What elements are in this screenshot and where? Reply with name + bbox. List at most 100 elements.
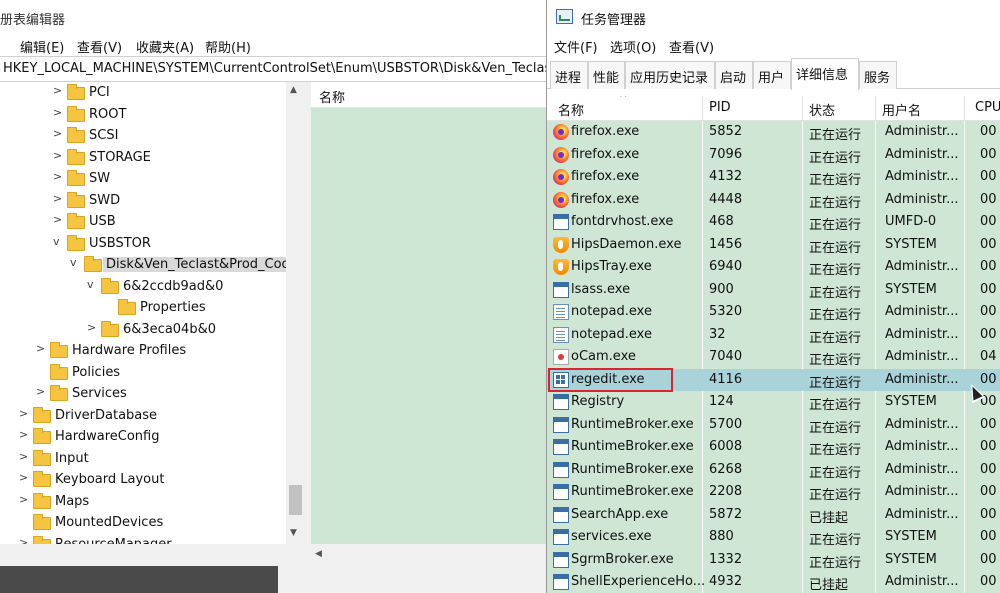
- column-header-username[interactable]: 用户名: [882, 100, 921, 119]
- tree-expand-icon[interactable]: >: [53, 192, 65, 205]
- tree-expand-icon[interactable]: >: [36, 342, 48, 355]
- process-row[interactable]: SearchApp.exe 5872 已挂起 Administr... 00: [547, 504, 1000, 527]
- tree-expand-icon[interactable]: >: [53, 84, 65, 97]
- column-header-status[interactable]: 状态: [809, 100, 835, 119]
- tree-node-label[interactable]: MountedDevices: [55, 515, 163, 530]
- address-bar[interactable]: HKEY_LOCAL_MACHINE\SYSTEM\CurrentControl…: [0, 56, 556, 82]
- values-horizontal-scrollbar[interactable]: ◀: [311, 544, 546, 566]
- scroll-up-arrow-icon[interactable]: ▲: [290, 85, 297, 95]
- scroll-thumb[interactable]: [289, 485, 302, 515]
- tab-users[interactable]: 用户: [753, 61, 791, 89]
- column-header-cpu[interactable]: CPU: [975, 100, 1000, 115]
- tree-node[interactable]: Properties: [0, 298, 290, 319]
- tab-performance[interactable]: 性能: [588, 61, 625, 89]
- tree-node[interactable]: > SWD: [0, 191, 290, 212]
- tree-horizontal-scrollbar[interactable]: [0, 544, 305, 566]
- process-row[interactable]: RuntimeBroker.exe 5700 正在运行 Administr... 00: [547, 414, 1000, 437]
- process-row[interactable]: services.exe 880 正在运行 SYSTEM 00: [547, 526, 1000, 549]
- tree-node[interactable]: > SW: [0, 169, 290, 190]
- tree-node[interactable]: > ROOT: [0, 105, 290, 126]
- tree-expand-icon[interactable]: >: [53, 127, 65, 140]
- tab-processes[interactable]: 进程: [550, 61, 588, 89]
- tree-expand-icon[interactable]: >: [19, 493, 31, 506]
- scroll-left-arrow-icon[interactable]: ◀: [315, 549, 322, 559]
- process-row[interactable]: RuntimeBroker.exe 2208 正在运行 Administr... 00: [547, 481, 1000, 504]
- process-row[interactable]: fontdrvhost.exe 468 正在运行 UMFD-0 00: [547, 211, 1000, 234]
- process-row[interactable]: SgrmBroker.exe 1332 正在运行 SYSTEM 00: [547, 549, 1000, 572]
- process-row[interactable]: oCam.exe 7040 正在运行 Administr... 04: [547, 346, 1000, 369]
- tree-node[interactable]: > DriverDatabase: [0, 406, 290, 427]
- tree-collapse-icon[interactable]: v: [70, 256, 82, 269]
- tree-vertical-scrollbar[interactable]: ▲ ▼: [286, 82, 305, 544]
- tree-node-label[interactable]: USB: [89, 214, 116, 229]
- tree-node-label[interactable]: SCSI: [89, 128, 118, 143]
- tree-node-label[interactable]: Maps: [55, 494, 89, 509]
- tree-node-label[interactable]: 6&2ccdb9ad&0: [123, 279, 223, 294]
- process-row[interactable]: firefox.exe 7096 正在运行 Administr... 00: [547, 144, 1000, 167]
- menu-help[interactable]: 帮助(H): [205, 37, 251, 56]
- tree-node[interactable]: Policies: [0, 363, 290, 384]
- tree-node[interactable]: > USB: [0, 212, 290, 233]
- tree-node[interactable]: > SCSI: [0, 126, 290, 147]
- menu-edit[interactable]: 编辑(E): [20, 37, 64, 56]
- tab-app-history[interactable]: 应用历史记录: [625, 61, 715, 89]
- tree-expand-icon[interactable]: >: [87, 321, 99, 334]
- process-row[interactable]: RuntimeBroker.exe 6268 正在运行 Administr... 00: [547, 459, 1000, 482]
- tree-expand-icon[interactable]: >: [19, 471, 31, 484]
- tree-node[interactable]: > Services: [0, 384, 290, 405]
- menu-favorites[interactable]: 收藏夹(A): [136, 37, 194, 56]
- process-row[interactable]: firefox.exe 4448 正在运行 Administr... 00: [547, 189, 1000, 212]
- tree-node[interactable]: > Maps: [0, 492, 290, 513]
- tree-node-label[interactable]: ResourceManager: [55, 537, 172, 545]
- tree-node[interactable]: > Hardware Profiles: [0, 341, 290, 362]
- process-row[interactable]: firefox.exe 4132 正在运行 Administr... 00: [547, 166, 1000, 189]
- process-row[interactable]: notepad.exe 5320 正在运行 Administr... 00: [547, 301, 1000, 324]
- tree-node-label[interactable]: Input: [55, 451, 89, 466]
- tree-node[interactable]: MountedDevices: [0, 513, 290, 534]
- tree-node[interactable]: v 6&2ccdb9ad&0: [0, 277, 290, 298]
- tree-node[interactable]: > ResourceManager: [0, 535, 290, 545]
- tab-details[interactable]: 详细信息: [791, 58, 859, 90]
- tree-collapse-icon[interactable]: v: [87, 278, 99, 291]
- tree-node[interactable]: > STORAGE: [0, 148, 290, 169]
- tab-services[interactable]: 服务: [859, 61, 897, 89]
- tree-node-label[interactable]: STORAGE: [89, 150, 151, 165]
- tree-expand-icon[interactable]: >: [36, 385, 48, 398]
- tree-node-label[interactable]: Disk&Ven_Teclast&Prod_Coo: [103, 257, 293, 272]
- tree-expand-icon[interactable]: >: [53, 170, 65, 183]
- tree-node[interactable]: > PCI: [0, 83, 290, 104]
- tree-node[interactable]: v Disk&Ven_Teclast&Prod_Coo: [0, 255, 293, 276]
- column-header-pid[interactable]: PID: [709, 100, 731, 115]
- process-row[interactable]: Registry 124 正在运行 SYSTEM 00: [547, 391, 1000, 414]
- tree-expand-icon[interactable]: >: [19, 450, 31, 463]
- tree-node[interactable]: > Keyboard Layout: [0, 470, 290, 491]
- tree-expand-icon[interactable]: >: [19, 407, 31, 420]
- values-header[interactable]: 名称: [311, 82, 546, 108]
- menu-view[interactable]: 查看(V): [669, 37, 714, 56]
- menu-file[interactable]: 文件(F): [554, 37, 598, 56]
- tree-node[interactable]: >6&3eca04b&0: [0, 320, 290, 341]
- tab-startup[interactable]: 启动: [715, 61, 753, 89]
- tree-node-label[interactable]: Policies: [72, 365, 120, 380]
- tree-expand-icon[interactable]: >: [19, 536, 31, 545]
- menu-options[interactable]: 选项(O): [610, 37, 656, 56]
- tree-node-label[interactable]: USBSTOR: [89, 236, 151, 251]
- process-row[interactable]: HipsTray.exe 6940 正在运行 Administr... 00: [547, 256, 1000, 279]
- tree-node-label[interactable]: SWD: [89, 193, 120, 208]
- process-row[interactable]: RuntimeBroker.exe 6008 正在运行 Administr... 00: [547, 436, 1000, 459]
- tree-node-label[interactable]: Keyboard Layout: [55, 472, 164, 487]
- process-row[interactable]: HipsDaemon.exe 1456 正在运行 SYSTEM 00: [547, 234, 1000, 257]
- tree-node-label[interactable]: Services: [72, 386, 127, 401]
- column-header-name[interactable]: 名称: [558, 100, 584, 119]
- tree-node-label[interactable]: PCI: [89, 85, 110, 100]
- tree-node[interactable]: > HardwareConfig: [0, 427, 290, 448]
- tree-node-label[interactable]: ROOT: [89, 107, 126, 122]
- tree-expand-icon[interactable]: >: [53, 106, 65, 119]
- process-row[interactable]: ShellExperienceHo... 4932 已挂起 Administr... 0…: [547, 571, 1000, 593]
- tree-collapse-icon[interactable]: v: [53, 235, 65, 248]
- process-row[interactable]: firefox.exe 5852 正在运行 Administr... 00: [547, 121, 1000, 144]
- tree-node-label[interactable]: HardwareConfig: [55, 429, 159, 444]
- scroll-down-arrow-icon[interactable]: ▼: [290, 528, 297, 538]
- column-name[interactable]: 名称: [319, 87, 345, 106]
- process-row[interactable]: notepad.exe 32 正在运行 Administr... 00: [547, 324, 1000, 347]
